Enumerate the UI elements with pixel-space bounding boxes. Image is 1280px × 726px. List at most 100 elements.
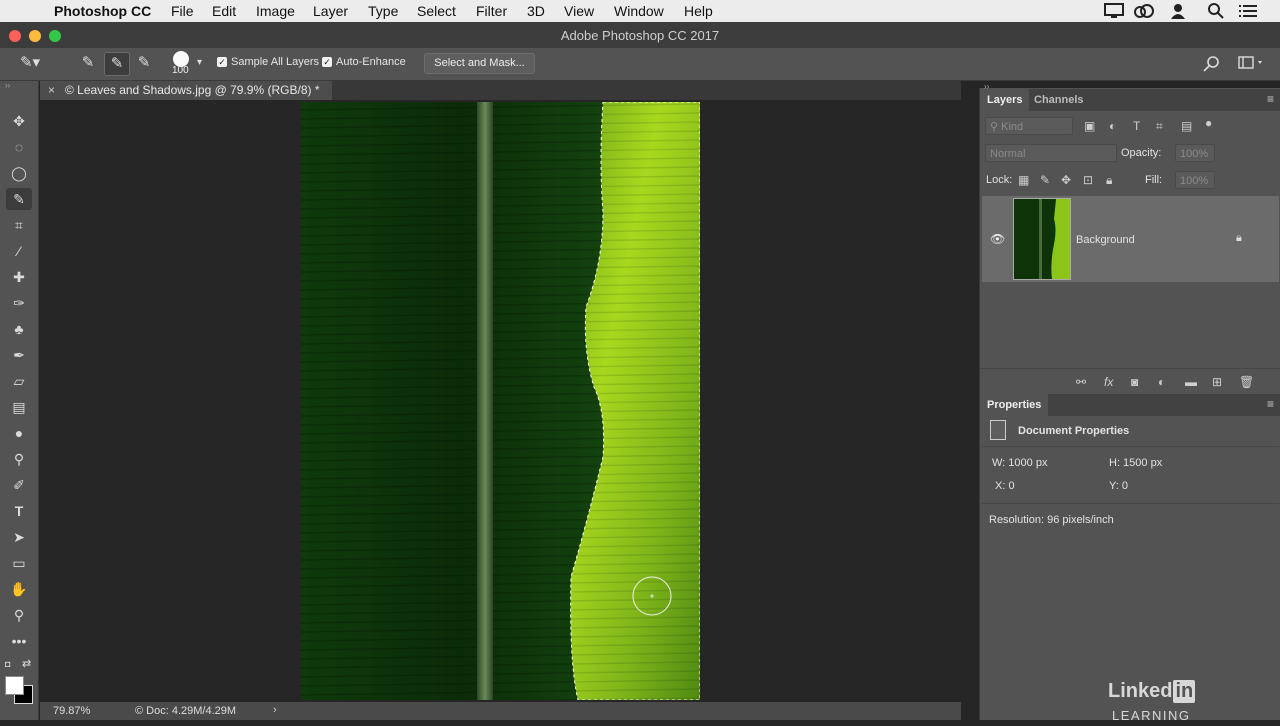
lock-artboard-icon[interactable]: ⊡ <box>1083 173 1093 187</box>
tab-layers[interactable]: Layers <box>980 89 1030 111</box>
menu-help[interactable]: Help <box>684 3 713 19</box>
eraser-tool-icon[interactable]: ▱ <box>6 370 32 392</box>
zoom-tool-icon[interactable]: ⚲ <box>6 604 32 626</box>
gradient-tool-icon[interactable]: ▤ <box>6 396 32 418</box>
brush-size[interactable]: 100 <box>172 65 189 76</box>
select-and-mask-button[interactable]: Select and Mask... <box>424 53 535 74</box>
filter-toggle-icon[interactable]: ● <box>1205 116 1212 130</box>
menu-file[interactable]: File <box>171 3 194 19</box>
lock-image-icon[interactable]: ✎ <box>1040 173 1050 187</box>
collapse-toolbar-icon[interactable]: ›› <box>5 81 10 90</box>
creative-cloud-icon[interactable] <box>1133 3 1155 19</box>
search-icon[interactable] <box>1203 55 1221 73</box>
new-selection-brush-icon[interactable]: ✎ <box>76 52 100 74</box>
window-title: Adobe Photoshop CC 2017 <box>560 28 720 43</box>
marquee-tool-icon[interactable]: ◌ <box>6 136 32 158</box>
new-group-icon[interactable]: ▬ <box>1185 375 1197 389</box>
doc-x[interactable]: X: 0 <box>995 480 1015 492</box>
doc-width[interactable]: W: 1000 px <box>992 457 1047 469</box>
menu-view[interactable]: View <box>564 3 594 19</box>
watermark-brand: Linked <box>1108 680 1173 702</box>
more-tools-icon[interactable]: ••• <box>6 630 32 652</box>
document-tab[interactable]: × © Leaves and Shadows.jpg @ 79.9% (RGB/… <box>40 81 332 100</box>
sample-all-layers-checkbox[interactable]: ✓ <box>217 57 227 67</box>
brush-picker-chevron-icon[interactable]: ▾ <box>197 57 202 68</box>
layers-panel-tabs: Layers Channels ≡ <box>980 89 1280 111</box>
close-tab-icon[interactable]: × <box>48 83 55 97</box>
visibility-eye-icon[interactable]: 👁︎ <box>990 232 1005 246</box>
rectangle-tool-icon[interactable]: ▭ <box>6 552 32 574</box>
leaf-image[interactable] <box>301 102 700 700</box>
properties-divider <box>982 446 1279 447</box>
add-mask-icon[interactable]: ◙ <box>1131 375 1138 389</box>
menu-window[interactable]: Window <box>614 3 664 19</box>
menu-3d[interactable]: 3D <box>527 3 545 19</box>
display-icon[interactable] <box>1104 3 1124 19</box>
doc-size: © Doc: 4.29M/4.29M <box>135 705 237 717</box>
new-adjustment-layer-icon[interactable]: ◐ <box>1158 375 1165 389</box>
doc-height[interactable]: H: 1500 px <box>1109 457 1162 469</box>
layer-style-icon[interactable]: fx <box>1104 375 1113 389</box>
properties-menu-icon[interactable]: ≡ <box>1267 397 1274 411</box>
tools-panel: ›› ✥ ◌ ◯ ✎ ⌗ ⁄ ✚ ✑ ♣ ✒ ▱ ▤ ● ⚲ ✐ T ➤ ▭ ✋… <box>0 81 39 720</box>
foreground-color-swatch[interactable] <box>5 676 24 695</box>
brush-tool-icon[interactable]: ✑ <box>6 292 32 314</box>
tab-channels[interactable]: Channels <box>1027 89 1091 111</box>
clone-stamp-tool-icon[interactable]: ♣ <box>6 318 32 340</box>
workspace-switcher-icon[interactable] <box>1238 56 1266 70</box>
menu-filter[interactable]: Filter <box>476 3 507 19</box>
filter-shape-icon[interactable]: ⌗ <box>1156 119 1163 134</box>
move-tool-icon[interactable]: ✥ <box>6 110 32 132</box>
spotlight-search-icon[interactable] <box>1208 3 1224 19</box>
lock-all-icon[interactable]: 🔒︎ <box>1106 173 1112 188</box>
pen-tool-icon[interactable]: ✐ <box>6 474 32 496</box>
zoom-level[interactable]: 79.87% <box>53 705 90 717</box>
menu-type[interactable]: Type <box>368 3 398 19</box>
lock-position-icon[interactable]: ✥ <box>1061 173 1071 187</box>
opacity-field[interactable]: 100% <box>1175 144 1215 162</box>
history-brush-tool-icon[interactable]: ✒ <box>6 344 32 366</box>
lasso-tool-icon[interactable]: ◯ <box>6 162 32 184</box>
blur-tool-icon[interactable]: ● <box>6 422 32 444</box>
status-menu-chevron-icon[interactable]: › <box>273 704 277 716</box>
filter-adjustment-icon[interactable]: ◐ <box>1109 119 1116 133</box>
fill-field[interactable]: 100% <box>1175 171 1215 189</box>
quick-selection-tool-icon[interactable]: ✎ <box>6 188 32 210</box>
auto-enhance-checkbox[interactable]: ✓ <box>322 57 332 67</box>
filter-smart-object-icon[interactable]: ▤ <box>1181 119 1192 133</box>
notification-center-icon[interactable] <box>1239 4 1257 18</box>
menu-select[interactable]: Select <box>417 3 456 19</box>
healing-brush-tool-icon[interactable]: ✚ <box>6 266 32 288</box>
layer-name[interactable]: Background <box>1076 234 1135 246</box>
blend-mode-select[interactable]: Normal <box>985 144 1117 162</box>
crop-tool-icon[interactable]: ⌗ <box>6 214 32 236</box>
delete-layer-icon[interactable]: 🗑︎ <box>1239 375 1254 389</box>
dodge-tool-icon[interactable]: ⚲ <box>6 448 32 470</box>
user-icon[interactable] <box>1170 3 1186 19</box>
hand-tool-icon[interactable]: ✋ <box>6 578 32 600</box>
new-layer-icon[interactable]: ⊞ <box>1212 375 1222 389</box>
eyedropper-tool-icon[interactable]: ⁄ <box>6 240 32 262</box>
app-menu[interactable]: Photoshop CC <box>54 3 151 19</box>
menu-edit[interactable]: Edit <box>212 3 236 19</box>
filter-pixel-icon[interactable]: ▣ <box>1084 119 1095 133</box>
filter-type-icon[interactable]: T <box>1133 119 1140 133</box>
menu-layer[interactable]: Layer <box>313 3 348 19</box>
lock-transparent-icon[interactable]: ▦ <box>1018 173 1029 187</box>
doc-y[interactable]: Y: 0 <box>1109 480 1128 492</box>
add-to-selection-brush-icon[interactable]: ✎ <box>104 52 130 76</box>
link-layers-icon[interactable]: ⚯ <box>1076 375 1086 389</box>
path-selection-tool-icon[interactable]: ➤ <box>6 526 32 548</box>
panel-menu-icon[interactable]: ≡ <box>1267 92 1274 106</box>
canvas-area[interactable] <box>40 100 961 701</box>
properties-panel-tabs: Properties ≡ <box>980 394 1280 416</box>
tool-preset-picker[interactable]: ✎▾ <box>18 52 42 74</box>
type-tool-icon[interactable]: T <box>6 500 32 522</box>
tab-properties[interactable]: Properties <box>980 394 1049 416</box>
swap-colors-icon[interactable]: ⇄ <box>22 657 31 670</box>
subtract-from-selection-brush-icon[interactable]: ✎ <box>132 52 156 74</box>
default-colors-icon[interactable]: ◘ <box>5 659 10 669</box>
menu-image[interactable]: Image <box>256 3 295 19</box>
filter-kind-select[interactable]: ⚲ Kind <box>985 117 1073 135</box>
layer-row-background[interactable]: 👁︎ Background 🔒︎ <box>982 196 1279 282</box>
